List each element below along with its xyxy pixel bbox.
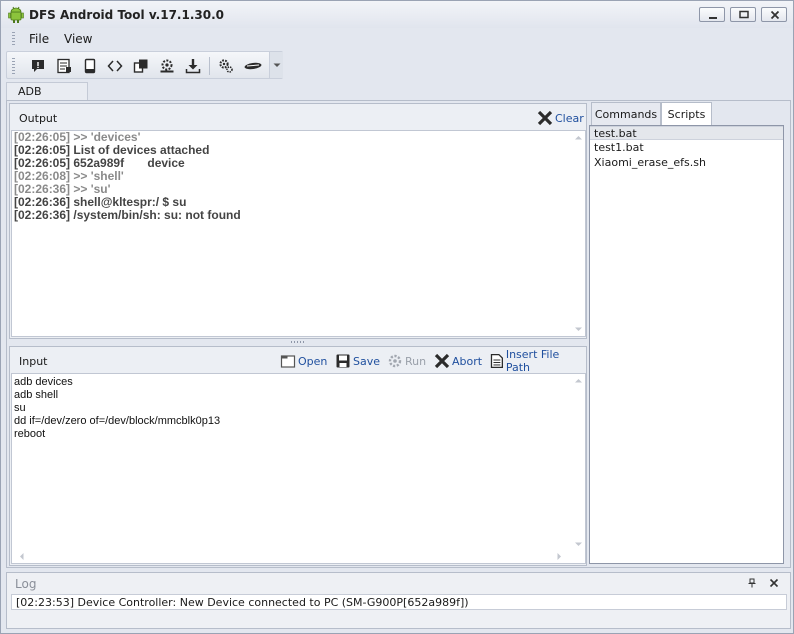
toolbar bbox=[6, 51, 283, 79]
right-tab-strip: Commands Scripts bbox=[591, 102, 787, 126]
input-line: adb shell bbox=[14, 389, 59, 401]
log-panel: Log [02:23:53] Device Controller: New De… bbox=[6, 572, 791, 629]
message-icon bbox=[32, 60, 44, 72]
toolbar-separator bbox=[209, 57, 210, 75]
phone-icon bbox=[84, 58, 96, 74]
save-icon bbox=[336, 354, 350, 368]
output-header: Output Clear bbox=[10, 104, 586, 132]
log-title: Log bbox=[15, 577, 37, 591]
log-entry: [02:23:53] Device Controller: New Device… bbox=[11, 594, 787, 610]
input-line: dd if=/dev/zero of=/dev/block/mmcblk0p13 bbox=[14, 415, 221, 427]
minimize-icon bbox=[709, 17, 717, 19]
maximize-icon bbox=[739, 10, 749, 19]
clear-label: Clear bbox=[555, 111, 584, 125]
log-close-icon[interactable] bbox=[769, 578, 779, 588]
toolbar-grip[interactable] bbox=[12, 58, 15, 74]
settings-box-icon bbox=[160, 59, 174, 73]
scroll-up-icon[interactable] bbox=[575, 378, 582, 383]
output-line: [02:26:36] /system/bin/sh: su: not found bbox=[14, 208, 241, 222]
abort-button[interactable]: Abort bbox=[434, 353, 482, 369]
pin-icon[interactable] bbox=[747, 578, 757, 588]
open-label: Open bbox=[298, 354, 328, 368]
document-icon bbox=[490, 353, 503, 369]
gears-icon bbox=[219, 59, 233, 73]
script-item[interactable]: test1.bat bbox=[590, 141, 783, 155]
output-textarea[interactable]: [02:26:05] >> 'devices' [02:26:05] List o… bbox=[11, 130, 586, 337]
window-title: DFS Android Tool v.17.1.30.0 bbox=[29, 8, 224, 22]
input-header: Input Open Save Run Abort Insert File Pa… bbox=[10, 347, 586, 375]
open-button[interactable]: Open bbox=[280, 353, 327, 369]
app-window: DFS Android Tool v.17.1.30.0 File View A… bbox=[0, 0, 794, 634]
close-button[interactable] bbox=[761, 7, 787, 22]
script-item[interactable]: test.bat bbox=[590, 126, 783, 140]
code-icon bbox=[107, 60, 123, 72]
menu-view[interactable]: View bbox=[64, 32, 92, 46]
script-item[interactable]: Xiaomi_erase_efs.sh bbox=[590, 156, 783, 170]
input-vertical-scrollbar[interactable] bbox=[572, 374, 585, 563]
title-bar[interactable]: DFS Android Tool v.17.1.30.0 bbox=[1, 1, 793, 28]
toolbar-overflow-button[interactable] bbox=[269, 52, 283, 78]
scroll-right-icon[interactable] bbox=[557, 553, 562, 560]
scroll-down-icon[interactable] bbox=[575, 542, 582, 547]
tab-adb-terminal[interactable]: ADB Terminal bbox=[6, 82, 88, 111]
insert-file-path-button[interactable]: Insert File Path bbox=[490, 348, 586, 374]
toolbar-report-button[interactable] bbox=[53, 55, 75, 77]
abort-icon bbox=[434, 353, 450, 369]
output-lines: [02:26:05] >> 'devices' [02:26:05] List o… bbox=[14, 131, 571, 222]
report-icon bbox=[57, 58, 71, 74]
clear-icon bbox=[537, 110, 553, 126]
minimize-button[interactable] bbox=[699, 7, 725, 22]
download-icon bbox=[185, 59, 201, 74]
maximize-button[interactable] bbox=[730, 7, 756, 22]
chevron-down-icon bbox=[273, 63, 281, 67]
toolbar-samsung-button[interactable] bbox=[241, 55, 263, 77]
menu-bar: File View bbox=[1, 28, 793, 50]
input-line: reboot bbox=[14, 428, 46, 440]
tab-scripts[interactable]: Scripts bbox=[661, 102, 712, 126]
close-icon bbox=[770, 10, 780, 20]
scroll-up-icon[interactable] bbox=[575, 135, 582, 140]
output-input-splitter[interactable] bbox=[291, 341, 305, 343]
clear-button[interactable]: Clear bbox=[537, 110, 584, 126]
copy-windows-icon bbox=[133, 59, 148, 73]
scripts-list[interactable]: test.bat test1.bat Xiaomi_erase_efs.sh bbox=[589, 125, 784, 564]
input-panel: Input Open Save Run Abort Insert File Pa… bbox=[9, 346, 587, 566]
input-title: Input bbox=[19, 355, 48, 368]
insert-file-path-label: Insert File Path bbox=[505, 348, 560, 374]
android-icon bbox=[8, 6, 24, 23]
toolbar-download-button[interactable] bbox=[182, 55, 204, 77]
toolbar-windows-button[interactable] bbox=[130, 55, 152, 77]
run-gear-icon bbox=[388, 354, 402, 368]
toolbar-options-button[interactable] bbox=[215, 55, 237, 77]
run-label: Run bbox=[405, 354, 427, 368]
save-label: Save bbox=[353, 354, 381, 368]
input-textarea[interactable]: adb devices adb shell su dd if=/dev/zero of… bbox=[11, 373, 586, 564]
input-line: adb devices bbox=[14, 376, 73, 388]
toolbar-phone-button[interactable] bbox=[79, 55, 101, 77]
output-vertical-scrollbar[interactable] bbox=[572, 131, 585, 336]
menu-grip[interactable] bbox=[12, 32, 15, 46]
save-button[interactable]: Save bbox=[335, 353, 380, 369]
scroll-down-icon[interactable] bbox=[575, 327, 582, 332]
samsung-logo-icon bbox=[244, 62, 262, 70]
run-button[interactable]: Run bbox=[387, 353, 426, 369]
menu-file[interactable]: File bbox=[29, 32, 49, 46]
tab-commands[interactable]: Commands bbox=[591, 102, 661, 125]
output-panel: Output Clear [02:26:05] >> 'devices' [02:… bbox=[9, 103, 587, 339]
open-folder-icon bbox=[280, 355, 296, 368]
input-horizontal-scrollbar[interactable] bbox=[12, 550, 572, 563]
toolbar-code-button[interactable] bbox=[104, 55, 126, 77]
abort-label: Abort bbox=[452, 354, 483, 368]
output-title: Output bbox=[19, 112, 58, 125]
toolbar-settings-button[interactable] bbox=[156, 55, 178, 77]
toolbar-message-button[interactable] bbox=[27, 55, 49, 77]
input-line: su bbox=[14, 402, 26, 414]
scroll-left-icon[interactable] bbox=[19, 553, 24, 560]
input-lines: adb devices adb shell su dd if=/dev/zero of… bbox=[14, 376, 571, 441]
